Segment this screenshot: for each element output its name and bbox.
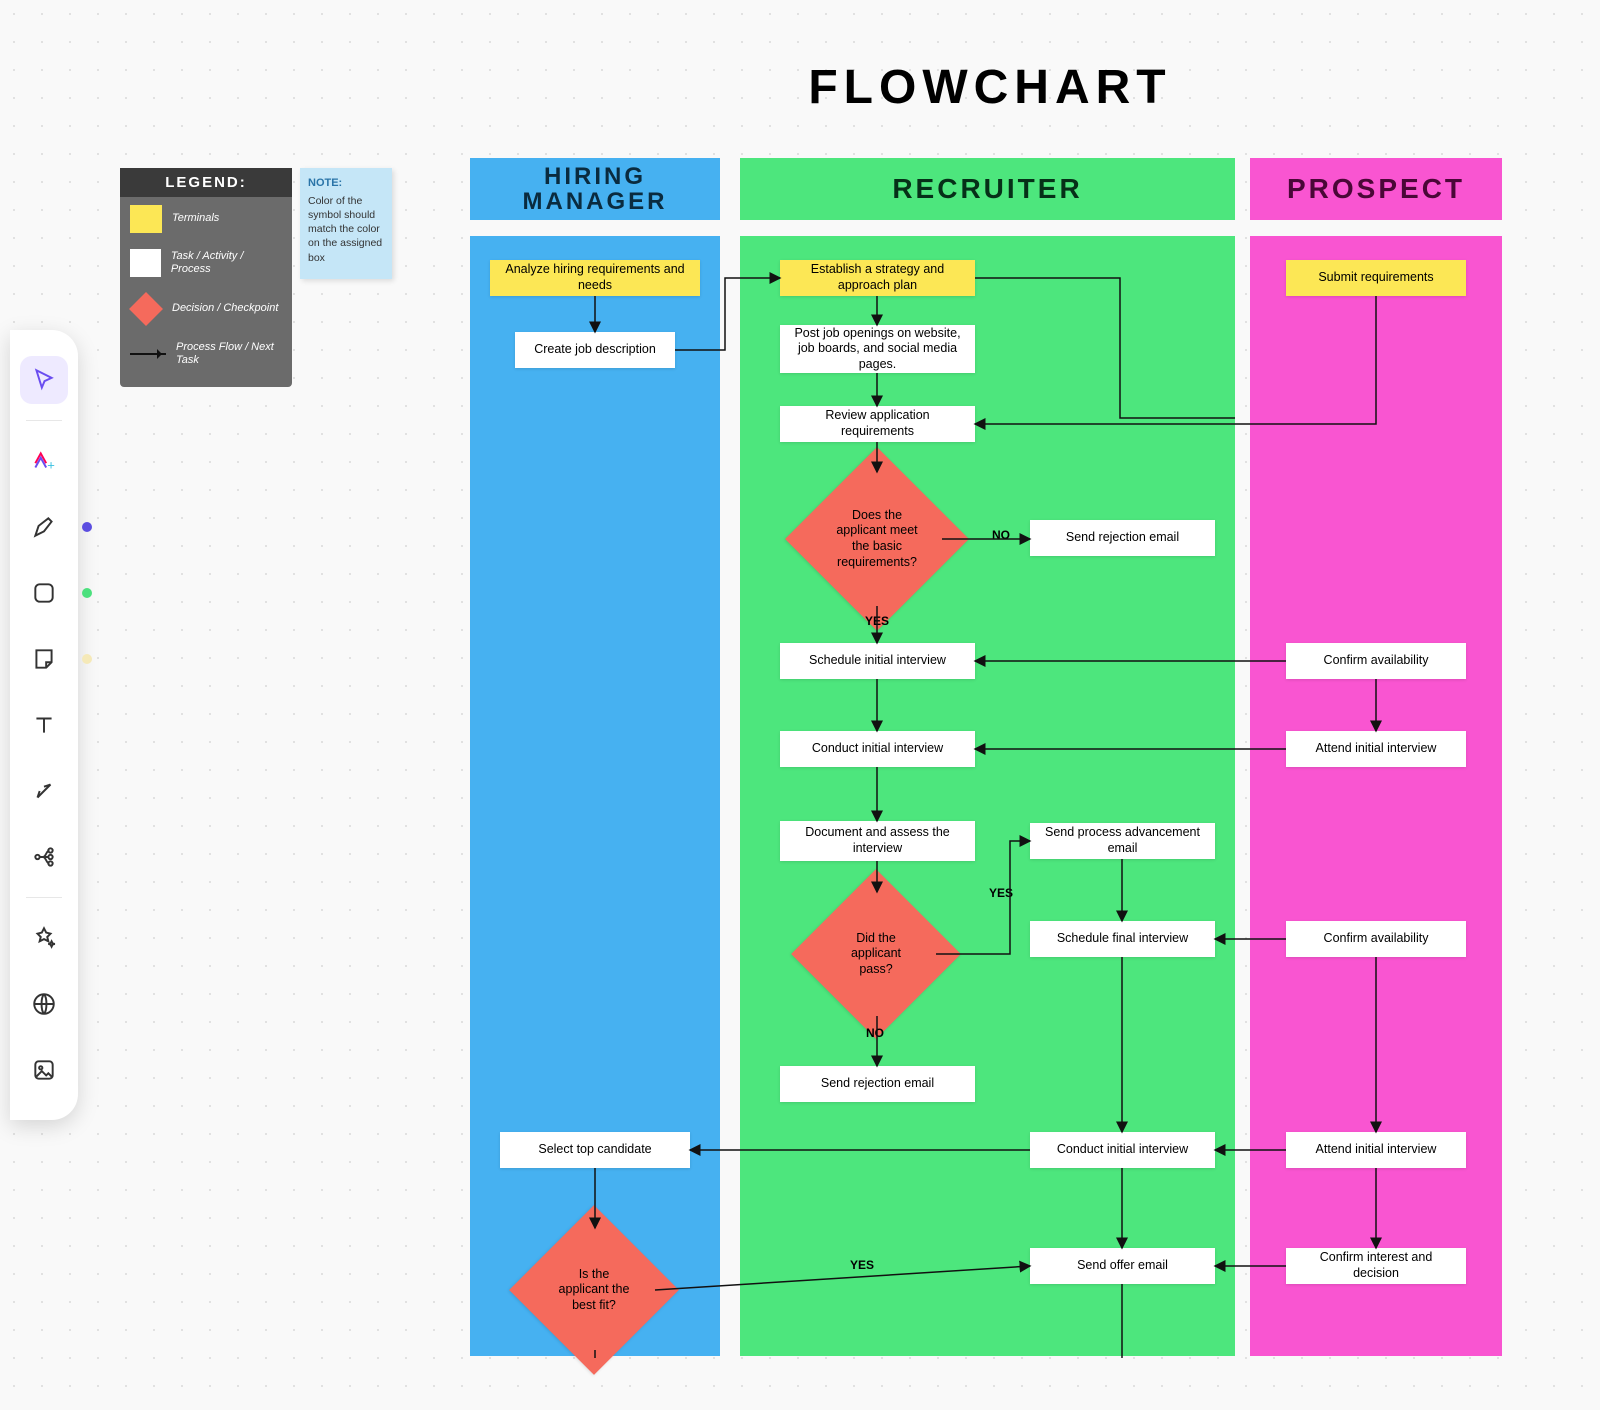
legend-row-terminal: Terminals	[120, 197, 292, 241]
note-sticky[interactable]: NOTE: Color of the symbol should match t…	[300, 168, 392, 279]
svg-text:+: +	[47, 458, 55, 473]
diamond-label: Does the applicant meet the basic requir…	[812, 474, 942, 604]
image-tool[interactable]	[20, 1046, 68, 1094]
edge-label-yes: YES	[865, 614, 889, 628]
note-body: Color of the symbol should match the col…	[308, 195, 382, 264]
lane-header: RECRUITER	[740, 158, 1235, 220]
legend-swatch-arrow	[130, 353, 166, 355]
node-advance[interactable]: Send process advancement email	[1030, 823, 1215, 859]
node-conf2[interactable]: Confirm availability	[1286, 921, 1466, 957]
node-jobdesc[interactable]: Create job description	[515, 332, 675, 368]
edge-label-no: NO	[992, 528, 1010, 542]
legend-swatch-terminal	[130, 205, 162, 233]
pen-tool[interactable]	[20, 503, 68, 551]
node-reviewreq[interactable]: Review application requirements	[780, 406, 975, 442]
legend-label: Task / Activity / Process	[171, 250, 282, 276]
node-strategy[interactable]: Establish a strategy and approach plan	[780, 260, 975, 296]
text-tool[interactable]	[20, 701, 68, 749]
lane-hiring-manager[interactable]: HIRING MANAGER Analyze hiring requiremen…	[470, 158, 720, 1358]
shape-tool[interactable]	[20, 569, 68, 617]
lane-body[interactable]: Analyze hiring requirements and needs Cr…	[470, 236, 720, 1356]
edge-label-yes: YES	[989, 886, 1013, 900]
lane-prospect[interactable]: PROSPECT Submit requirements Confirm ava…	[1250, 158, 1502, 1358]
node-attend1[interactable]: Attend initial interview	[1286, 731, 1466, 767]
node-conduct2[interactable]: Conduct initial interview	[1030, 1132, 1215, 1168]
legend-row-flow: Process Flow / Next Task	[120, 333, 292, 375]
node-select[interactable]: Select top candidate	[500, 1132, 690, 1168]
pen-color-dot	[82, 522, 92, 532]
node-schedulef[interactable]: Schedule final interview	[1030, 921, 1215, 957]
legend-label: Terminals	[172, 212, 219, 225]
lane-header: PROSPECT	[1250, 158, 1502, 220]
legend-label: Process Flow / Next Task	[176, 341, 282, 367]
ai-tool[interactable]: +	[20, 437, 68, 485]
lane-header: HIRING MANAGER	[470, 158, 720, 220]
shape-color-dot	[82, 588, 92, 598]
diamond-label: Did the applicant pass?	[816, 894, 936, 1014]
node-offer[interactable]: Send offer email	[1030, 1248, 1215, 1284]
node-attend2[interactable]: Attend initial interview	[1286, 1132, 1466, 1168]
web-embed-tool[interactable]	[20, 980, 68, 1028]
node-conduct1[interactable]: Conduct initial interview	[780, 731, 975, 767]
magic-tool[interactable]	[20, 914, 68, 962]
diamond-label: Is the applicant the best fit?	[534, 1230, 654, 1350]
tool-toolbar: +	[10, 330, 78, 1120]
node-conf1[interactable]: Confirm availability	[1286, 643, 1466, 679]
node-pass[interactable]: Did the applicant pass?	[791, 869, 961, 1039]
lane-recruiter[interactable]: RECRUITER Establish a strategy and appro…	[740, 158, 1235, 1358]
node-interest[interactable]: Confirm interest and decision	[1286, 1248, 1466, 1284]
edge-label-no: NO	[866, 1026, 884, 1040]
node-meetsreq[interactable]: Does the applicant meet the basic requir…	[785, 447, 969, 631]
sticky-color-dot	[82, 654, 92, 664]
mindmap-tool[interactable]	[20, 833, 68, 881]
node-bestfit[interactable]: Is the applicant the best fit?	[509, 1205, 679, 1375]
sticky-tool[interactable]	[20, 635, 68, 683]
node-submit[interactable]: Submit requirements	[1286, 260, 1466, 296]
toolbar-separator	[26, 897, 62, 898]
edge-label-yes: YES	[850, 1258, 874, 1272]
connector-tool[interactable]	[20, 767, 68, 815]
legend-label: Decision / Checkpoint	[172, 302, 278, 315]
node-post[interactable]: Post job openings on website, job boards…	[780, 325, 975, 373]
legend-swatch-decision	[129, 292, 163, 326]
legend-card[interactable]: LEGEND: Terminals Task / Activity / Proc…	[120, 168, 292, 387]
note-header: NOTE:	[308, 176, 384, 191]
lane-body[interactable]: Submit requirements Confirm availability…	[1250, 236, 1502, 1356]
diagram-title: FLOWCHART	[480, 60, 1500, 115]
pointer-tool[interactable]	[20, 356, 68, 404]
legend-header: LEGEND:	[120, 168, 292, 197]
node-schedule1[interactable]: Schedule initial interview	[780, 643, 975, 679]
node-rejection1[interactable]: Send rejection email	[1030, 520, 1215, 556]
legend-swatch-task	[130, 249, 161, 277]
node-document[interactable]: Document and assess the interview	[780, 821, 975, 861]
lane-body[interactable]: Establish a strategy and approach plan P…	[740, 236, 1235, 1356]
legend-row-task: Task / Activity / Process	[120, 241, 292, 285]
legend-row-decision: Decision / Checkpoint	[120, 285, 292, 333]
node-analyze[interactable]: Analyze hiring requirements and needs	[490, 260, 700, 296]
toolbar-separator	[26, 420, 62, 421]
node-rejection2[interactable]: Send rejection email	[780, 1066, 975, 1102]
